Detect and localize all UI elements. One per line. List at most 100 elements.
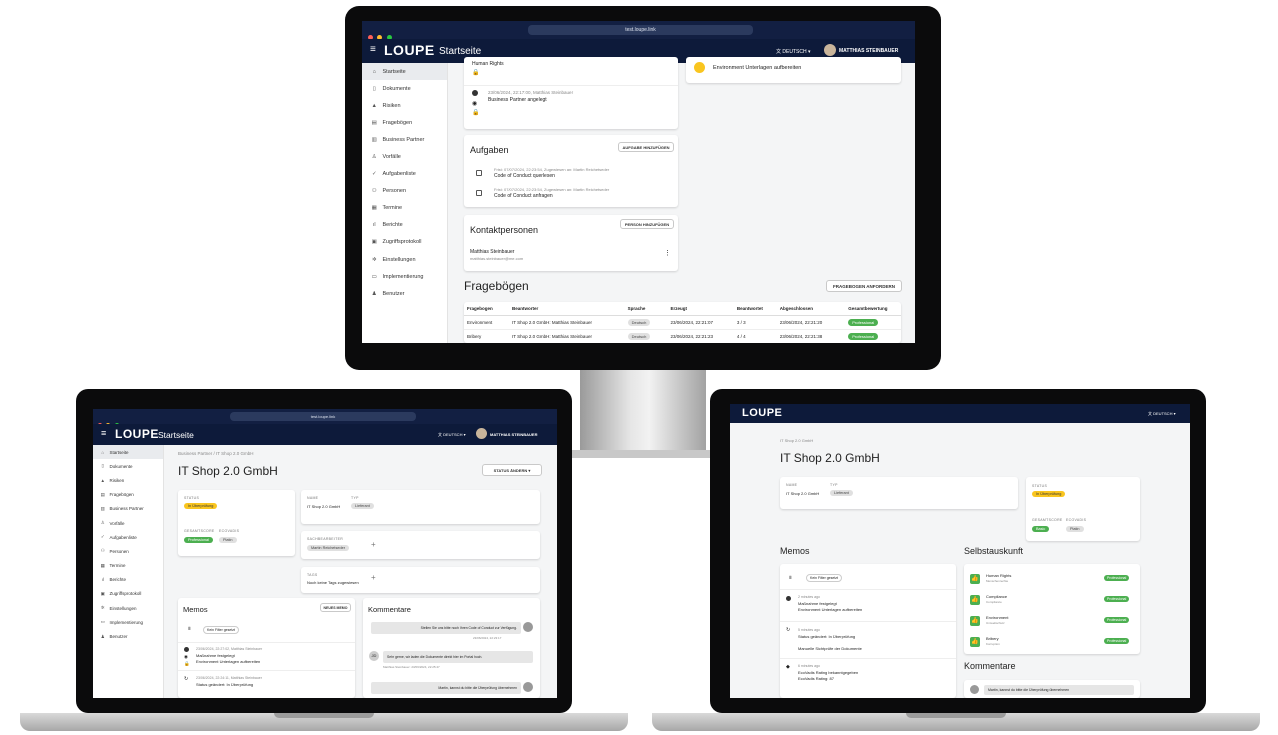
language-label: DEUTSCH <box>782 49 807 55</box>
avatar[interactable] <box>824 44 836 56</box>
sidebar-item-personen[interactable]: ⚇ Personen <box>362 183 447 200</box>
sidebar-item-berichte[interactable]: ıl Berichte <box>93 573 163 587</box>
sidebar-item-personen[interactable]: ⚇ Personen <box>93 544 163 558</box>
tags-label: TAGS <box>307 573 318 577</box>
memos-title: Memos <box>780 546 810 556</box>
history-meta: 23/06/2024, 22:17:00, Matthias Steinbaue… <box>488 90 574 95</box>
new-memo-button[interactable]: NEUES MEMO <box>320 603 351 612</box>
address-bar[interactable]: test.loupe.link <box>230 412 416 421</box>
language-selector[interactable]: 文 DEUTSCH ▾ <box>776 48 810 55</box>
comments-title: Kommentare <box>368 605 411 614</box>
more-options-icon[interactable]: ⋮ <box>664 249 671 257</box>
rating-badge: Professional <box>1104 638 1130 644</box>
list-item[interactable]: 👍 Environment Umweltschutz Professional <box>964 614 1140 634</box>
app-navbar: ≡ LOUPE Startseite 文 DEUTSCH ▾ MATTHIAS … <box>93 424 557 445</box>
memo-text: Maßnahme festgelegt <box>798 601 837 606</box>
eye-icon: ◉ <box>472 101 478 107</box>
sidebar-item-business-partner[interactable]: ▥ Business Partner <box>362 131 447 148</box>
sidebar-item-zugriffsprotokoll[interactable]: ▣ Zugriffsprotokoll <box>362 234 447 251</box>
column-header[interactable]: Beantwortet <box>733 302 777 316</box>
assignee-chip[interactable]: Martin Reichetseder <box>307 545 349 551</box>
avatar[interactable] <box>476 428 487 439</box>
memo-meta: 23/06/2024, 22:24:11, Matthias Steinbaue… <box>196 676 262 680</box>
sidebar-item-dokumente[interactable]: ▯ Dokumente <box>93 459 163 473</box>
column-header[interactable]: Erzeugt <box>667 302 734 316</box>
table-row[interactable]: Environment IT Shop 2.0 GmbH: Matthias St… <box>464 315 901 330</box>
questionnaires-table: Fragebogen Beantworter Sprache Erzeugt Beant… <box>464 302 901 343</box>
user-menu[interactable]: MATTHIAS STEINBAUER <box>490 432 537 437</box>
category-sub: Umweltschutz <box>986 621 1005 625</box>
sidebar-item-startseite[interactable]: ⌂ Startseite <box>93 445 163 460</box>
column-header[interactable]: Abgeschlossen <box>776 302 846 316</box>
table-row[interactable]: Bribery IT Shop 2.0 GmbH: Matthias Steinb… <box>464 329 901 343</box>
sidebar-item-vorfälle[interactable]: ♙ Vorfälle <box>93 516 163 530</box>
request-questionnaire-button[interactable]: FRAGEBOGEN ANFORDERN <box>826 280 902 292</box>
column-header[interactable]: Fragebogen <box>464 302 509 316</box>
task-checkbox[interactable] <box>476 190 482 196</box>
sidebar-item-business-partner[interactable]: ▥ Business Partner <box>93 502 163 516</box>
comments-title: Kommentare <box>964 661 1016 671</box>
sidebar-item-implementierung[interactable]: ▭ Implementierung <box>93 615 163 629</box>
menu-icon[interactable]: ≡ <box>101 428 106 438</box>
menu-icon[interactable]: ≡ <box>370 44 376 55</box>
warning-icon: ▲ <box>100 477 105 483</box>
sidebar-item-berichte[interactable]: ıl Berichte <box>362 217 447 234</box>
sidebar-item-benutzer[interactable]: ♟ Benutzer <box>362 285 447 302</box>
add-tag-icon[interactable]: + <box>371 573 376 582</box>
sidebar-item-fragebögen[interactable]: ▤ Fragebögen <box>93 488 163 502</box>
list-item[interactable]: 👍 Compliance Compliance Professional <box>964 593 1140 613</box>
sidebar-item-zugriffsprotokoll[interactable]: ▣ Zugriffsprotokoll <box>93 587 163 601</box>
language-selector[interactable]: 文 DEUTSCH ▾ <box>438 432 466 438</box>
column-header[interactable]: Sprache <box>624 302 668 316</box>
user-menu[interactable]: MATTHIAS STEINBAUER <box>839 48 898 54</box>
column-header[interactable]: Gesamtbewertung <box>845 302 901 316</box>
sidebar-item-aufgabenliste[interactable]: ✓ Aufgabenliste <box>93 530 163 544</box>
type-label: TYP <box>351 496 359 500</box>
business-icon: ▥ <box>100 505 105 511</box>
sidebar-item-risiken[interactable]: ▲ Risiken <box>362 97 447 114</box>
page-heading: IT Shop 2.0 GmbH <box>178 464 278 478</box>
language-cell: Deutsch <box>624 329 668 343</box>
add-task-button[interactable]: AUFGABE HINZUFÜGEN <box>618 142 674 152</box>
sidebar-item-termine[interactable]: ▦ Termine <box>362 200 447 217</box>
sidebar-item-termine[interactable]: ▦ Termine <box>93 559 163 573</box>
filter-icon[interactable]: ⩩ <box>188 626 191 632</box>
sidebar-item-vorfälle[interactable]: ♙ Vorfälle <box>362 148 447 165</box>
sidebar-item-aufgabenliste[interactable]: ✓ Aufgabenliste <box>362 166 447 183</box>
list-item[interactable]: 👍 Bribery Korruption Professional <box>964 635 1140 655</box>
filter-icon[interactable]: ⩩ <box>789 575 792 581</box>
add-assignee-icon[interactable]: + <box>371 540 376 549</box>
address-bar[interactable]: test.loupe.link <box>528 25 753 35</box>
category-sub: Korruption <box>986 642 1000 646</box>
task-checkbox[interactable] <box>476 170 482 176</box>
sidebar-item-einstellungen[interactable]: ✲ Einstellungen <box>362 251 447 268</box>
assignee-label: SACHBEARBEITER <box>307 537 344 541</box>
change-status-button[interactable]: STATUS ÄNDERN ▾ <box>482 464 542 476</box>
check-circle-icon <box>184 647 189 652</box>
sidebar-item-label: Berichte <box>109 577 127 583</box>
table-cell: 23/06/2024, 22:21:20 <box>776 315 846 330</box>
comment-bubble: Sehr gerne, wir laden die Dokumente dire… <box>383 651 533 663</box>
sidebar-item-dokumente[interactable]: ▯ Dokumente <box>362 80 447 97</box>
sidebar-item-risiken[interactable]: ▲ Risiken <box>93 473 163 487</box>
sidebar-item-implementierung[interactable]: ▭ Implementierung <box>362 268 447 285</box>
translate-icon: 文 <box>1148 411 1152 416</box>
filter-chip[interactable]: Kein Filter gesetzt <box>806 574 843 582</box>
language-selector[interactable]: 文 DEUTSCH ▾ <box>1148 411 1176 417</box>
category-name: Bribery <box>986 636 999 641</box>
sidebar-item-einstellungen[interactable]: ✲ Einstellungen <box>93 601 163 615</box>
contacts-title: Kontaktpersonen <box>470 225 539 235</box>
filter-chip[interactable]: Kein Filter gesetzt <box>203 626 240 634</box>
column-header[interactable]: Beantworter <box>508 302 625 316</box>
sidebar-item-label: Risiken <box>109 477 125 483</box>
sidebar-item-startseite[interactable]: ⌂ Startseite <box>362 63 447 81</box>
score-badge: Basic <box>1032 526 1050 532</box>
thumbs-up-icon: 👍 <box>970 616 980 626</box>
add-person-button[interactable]: PERSON HINZUFÜGEN <box>620 219 674 229</box>
memo-text: Maßnahme festgelegt <box>196 653 235 658</box>
left-laptop-notch <box>274 713 374 718</box>
self-disclosure-card: 👍 Human Rights Menschenrechte Professional 👍… <box>964 564 1140 654</box>
sidebar-item-benutzer[interactable]: ♟ Benutzer <box>93 629 163 643</box>
sidebar-item-fragebögen[interactable]: ▤ Fragebögen <box>362 114 447 131</box>
list-item[interactable]: 👍 Human Rights Menschenrechte Professional <box>964 572 1140 592</box>
